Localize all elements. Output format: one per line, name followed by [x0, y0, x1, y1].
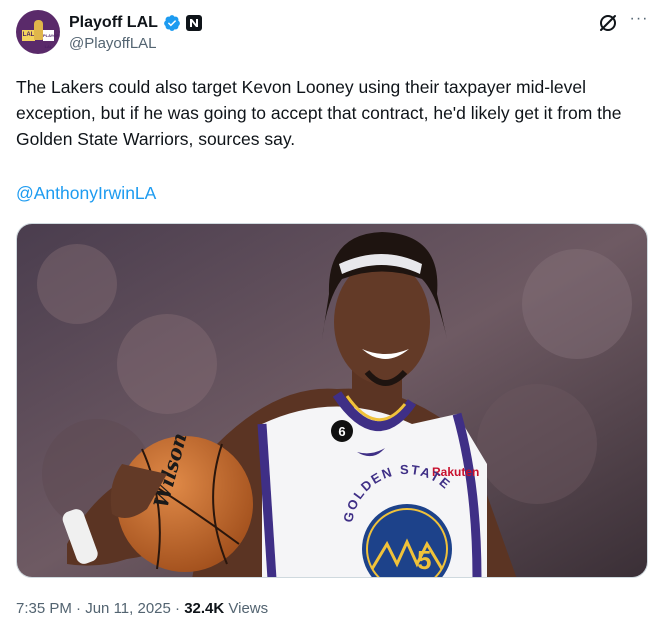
tweet-time[interactable]: 7:35 PM	[16, 600, 72, 617]
avatar-playoff-text: PLAYOFF LAL	[43, 30, 60, 49]
more-icon[interactable]: ···	[628, 11, 650, 32]
meta-separator: ·	[170, 600, 185, 617]
handle[interactable]: @PlayoffLAL	[69, 35, 157, 52]
verified-badge-icon	[164, 15, 180, 31]
grok-icon[interactable]	[598, 13, 618, 33]
avatar-logo: LAL PLAYOFF LAL	[22, 18, 60, 49]
display-name[interactable]: Playoff LAL	[69, 14, 158, 32]
tweet-meta: 7:35 PM · Jun 11, 2025 · 32.4K Views	[16, 600, 268, 617]
trophy-icon	[34, 20, 43, 40]
views-count: 32.4K	[184, 600, 225, 617]
mention-link[interactable]: @AnthonyIrwinLA	[16, 183, 156, 204]
tweet-text: The Lakers could also target Kevon Loone…	[16, 77, 622, 149]
tweet-date[interactable]: Jun 11, 2025	[85, 600, 171, 617]
collar-number: 6	[338, 424, 345, 439]
affiliate-badge-icon	[185, 15, 202, 31]
views-label: Views	[224, 600, 269, 617]
avatar[interactable]: LAL PLAYOFF LAL	[16, 10, 60, 54]
player-photo: 6 Rakuten GOLDEN STATE 5 Wilson	[17, 224, 647, 577]
meta-separator: ·	[71, 600, 86, 617]
name-row: Playoff LAL	[69, 12, 202, 34]
jersey-number: 5	[417, 545, 431, 575]
tweet-media[interactable]: 6 Rakuten GOLDEN STATE 5 Wilson	[16, 223, 648, 578]
